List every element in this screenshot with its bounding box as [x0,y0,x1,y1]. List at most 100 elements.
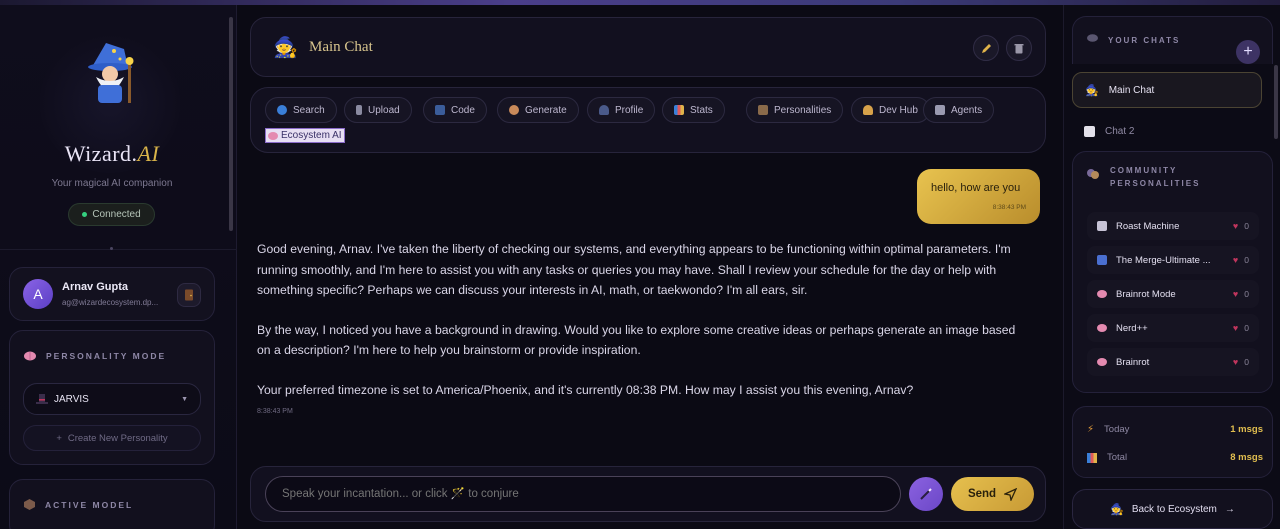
active-model-panel: ACTIVE MODEL [9,479,215,529]
personality-item[interactable]: Brainrot Mode ♥ 0 [1087,280,1259,308]
robot-icon [935,105,945,115]
magic-wand-icon [920,488,932,500]
heart-icon: ♥ [1232,289,1239,299]
masks-icon [1087,169,1099,179]
back-to-ecosystem-button[interactable]: 🧙 Back to Ecosystem → [1072,489,1273,529]
bar-chart-icon [674,105,684,115]
heart-icon: ♥ [1232,357,1239,367]
wizard-icon: 🧙 [1110,503,1124,516]
avatar: A [23,279,53,309]
right-sidebar: YOUR CHATS + 🧙 Main Chat Chat 2 COMMUNIT… [1063,5,1280,529]
personality-item[interactable]: Roast Machine ♥ 0 [1087,212,1259,240]
brain-icon [1097,358,1107,366]
bar-chart-icon [1087,452,1097,463]
delete-chat-button[interactable] [1006,35,1032,61]
connection-status-badge: Connected [68,203,155,226]
user-icon [599,105,609,115]
lightning-icon: ⚡ [1087,424,1095,435]
community-title: COMMUNITY PERSONALITIES [1110,166,1201,188]
chat-main: 🧙 Main Chat Search Upload Code Generate … [237,5,1063,529]
heart-icon: ♥ [1232,221,1239,231]
likes-count[interactable]: ♥ 0 [1233,221,1249,231]
brain-icon [24,351,36,361]
cube-icon [24,499,35,510]
user-message-text: hello, how are you [931,182,1021,194]
tool-code[interactable]: Code [423,97,487,123]
composer: Send [250,466,1046,522]
plus-icon: + [56,432,62,444]
plus-icon: + [1243,43,1253,60]
tool-dev-hub[interactable]: Dev Hub [851,97,930,123]
heart-icon: ♥ [1232,323,1239,333]
wizard-icon: 🧙 [273,37,298,59]
likes-count[interactable]: ♥ 0 [1233,255,1249,265]
personality-select[interactable]: JARVIS ▼ [23,383,201,415]
wizard-icon: 🧙 [1085,84,1099,97]
brain-icon [1097,324,1107,332]
brand-title: Wizard.AI [64,141,160,166]
message-input[interactable] [265,476,901,512]
paperclip-icon [356,105,362,115]
chevron-down-icon: ▼ [181,395,188,403]
user-message-time: 8:38:43 PM [992,204,1026,211]
assistant-paragraph: By the way, I noticed you have a backgro… [257,322,1016,358]
edit-chat-button[interactable] [973,35,999,61]
assistant-message-time: 8:38:43 PM [257,408,293,415]
your-chats-panel: YOUR CHATS + [1072,16,1273,64]
user-name: Arnav Gupta [62,281,129,293]
right-scrollbar[interactable] [1274,65,1278,139]
developer-icon [863,105,873,115]
likes-count[interactable]: ♥ 0 [1233,289,1249,299]
assistant-message: Good evening, Arnav. I've taken the libe… [257,239,1032,419]
likes-count[interactable]: ♥ 0 [1233,357,1249,367]
your-chats-title: YOUR CHATS [1108,36,1181,45]
assistant-paragraph: Your preferred timezone is set to Americ… [257,382,914,397]
create-personality-button[interactable]: + Create New Personality [23,425,201,451]
tool-generate[interactable]: Generate [497,97,579,123]
left-sidebar: Wizard.AI Your magical AI companion Conn… [0,5,237,529]
status-dot-icon [82,212,88,217]
tool-profile[interactable]: Profile [587,97,656,123]
tool-upload[interactable]: Upload [344,97,412,123]
chat-item-2[interactable]: Chat 2 [1072,113,1262,149]
tool-agents[interactable]: Agents [923,97,995,123]
top-hat-icon [36,393,48,404]
send-button[interactable]: Send [951,477,1034,511]
conjure-button[interactable] [909,477,943,511]
brain-icon [268,131,278,140]
user-card[interactable]: A Arnav Gupta ag@wizardecosystem.dp... [9,267,215,321]
community-personalities-panel: COMMUNITY PERSONALITIES Roast Machine ♥ 0… [1072,151,1273,393]
chat-bubble-icon [1087,34,1098,42]
personality-item[interactable]: Brainrot ♥ 0 [1087,348,1259,376]
chat-title: Main Chat [309,39,373,55]
laptop-icon [435,105,445,115]
tools-bar: Search Upload Code Generate Profile Stat… [250,87,1046,153]
masks-icon [758,105,768,115]
pencil-icon [981,43,991,53]
chat-item-main[interactable]: 🧙 Main Chat [1072,72,1262,108]
dice-icon [1084,125,1095,137]
tool-personalities[interactable]: Personalities [746,97,844,123]
palette-icon [509,105,519,115]
personality-item[interactable]: Nerd++ ♥ 0 [1087,314,1259,342]
left-scrollbar[interactable] [229,17,233,231]
wizard-icon [1097,255,1107,265]
logout-button[interactable] [177,283,201,307]
stats-panel: ⚡ Today 1 msgs Total 8 msgs [1072,406,1273,478]
robot-icon [1097,221,1107,231]
heart-icon: ♥ [1232,255,1239,265]
tool-stats[interactable]: Stats [662,97,725,123]
door-icon [185,289,193,301]
personality-mode-panel: PERSONALITY MODE JARVIS ▼ + Create New P… [9,330,215,465]
tool-search[interactable]: Search [265,97,337,123]
new-chat-button[interactable]: + [1236,40,1260,64]
user-message-bubble: hello, how are you 8:38:43 PM [917,169,1040,224]
personality-item[interactable]: The Merge-Ultimate ... ♥ 0 [1087,246,1259,274]
likes-count[interactable]: ♥ 0 [1233,323,1249,333]
tagline: Your magical AI companion [51,178,173,189]
stat-today: ⚡ Today 1 msgs [1087,424,1263,435]
tool-ecosystem-ai[interactable]: Ecosystem AI [265,128,345,143]
globe-icon [277,105,287,115]
personality-mode-title: PERSONALITY MODE [24,351,166,361]
stat-total: Total 8 msgs [1087,452,1263,463]
